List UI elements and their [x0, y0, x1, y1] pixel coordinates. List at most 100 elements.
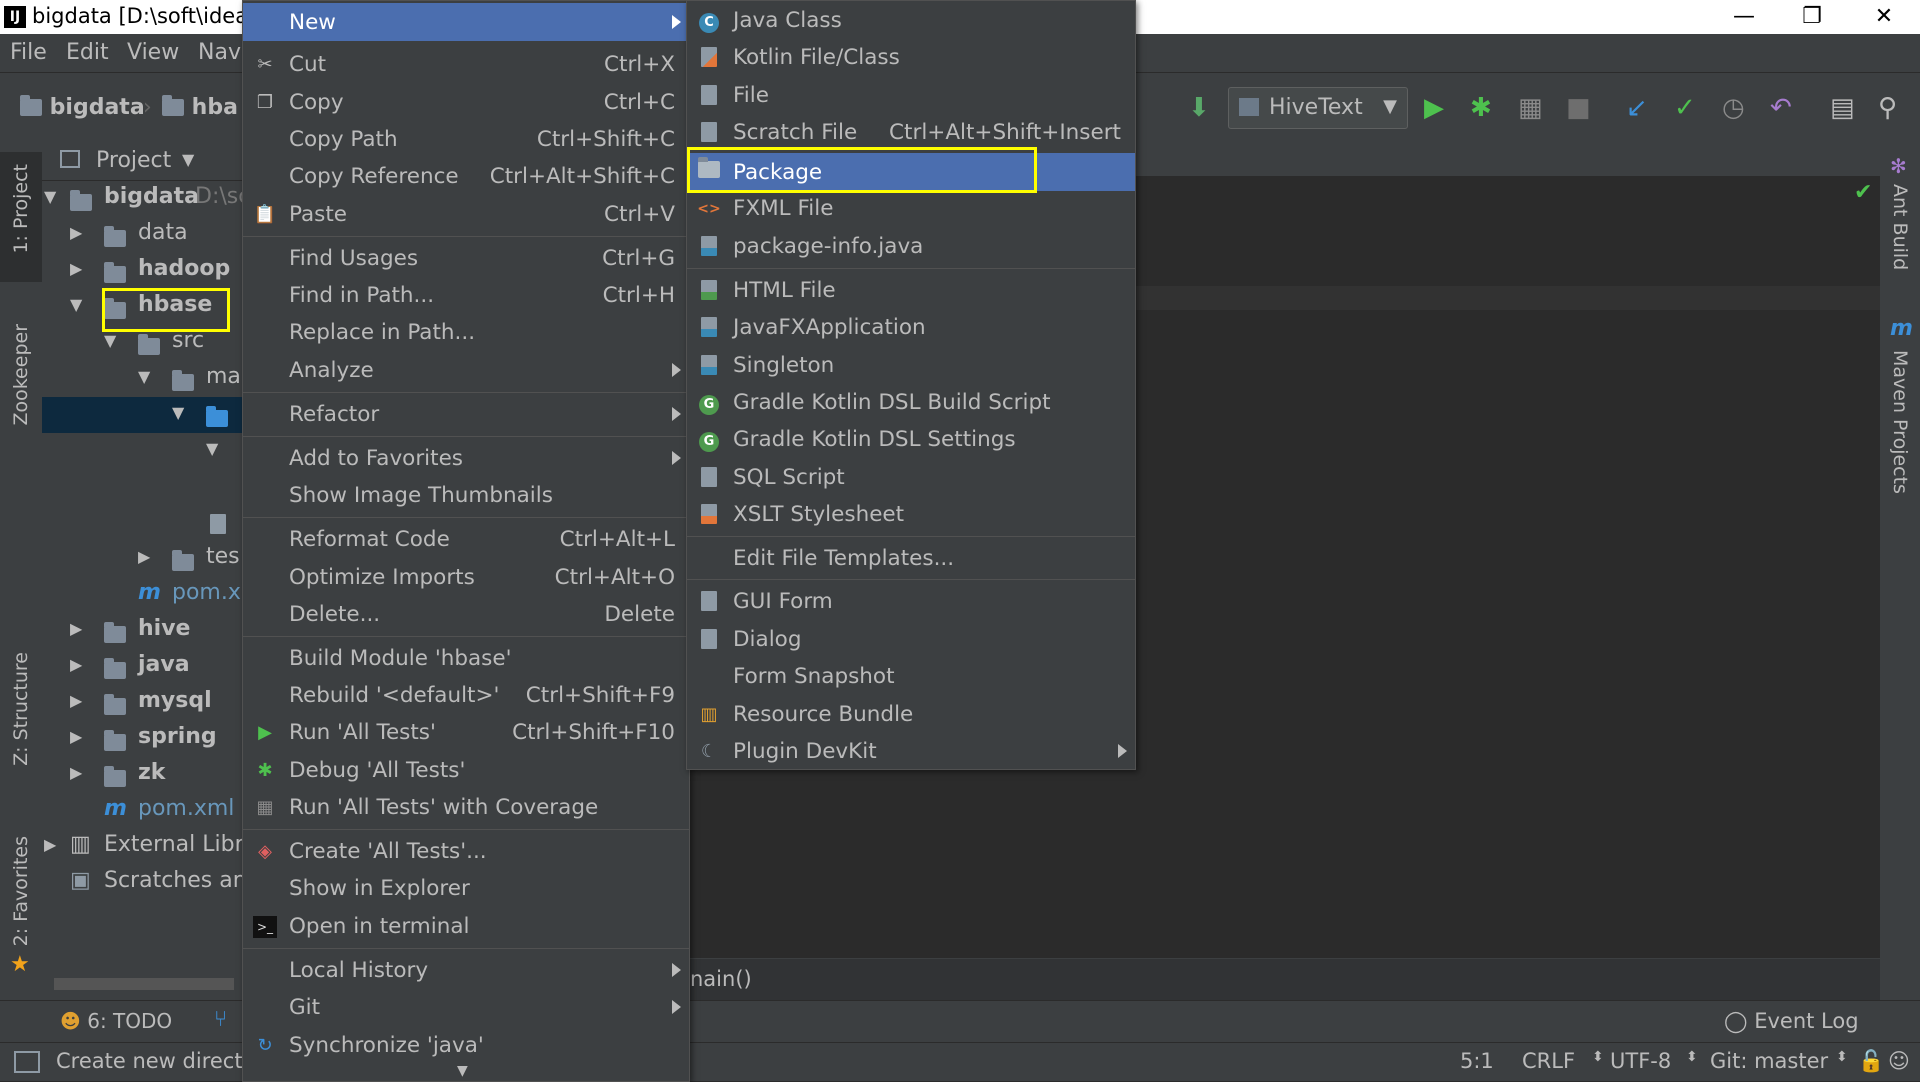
tree-item-main[interactable]: ▼ ma	[42, 361, 242, 397]
tree-item-root-pom[interactable]: m pom.xml	[42, 793, 242, 829]
revert-icon[interactable]: ↶	[1770, 93, 1792, 123]
close-button[interactable]: ✕	[1856, 0, 1912, 34]
lock-icon[interactable]: 🔓	[1858, 1049, 1884, 1074]
search-icon[interactable]: ⚲	[1878, 93, 1897, 123]
menu-item-refactor[interactable]: Refactor	[243, 397, 689, 433]
new-gradle-settings[interactable]: G Gradle Kotlin DSL Settings	[687, 422, 1135, 458]
new-edit-file-templates[interactable]: Edit File Templates...	[687, 541, 1135, 577]
menu-navigate[interactable]: Nav	[198, 40, 241, 65]
tree-item-mysql[interactable]: ▶ mysql	[42, 685, 242, 721]
menu-item-paste[interactable]: 📋 Paste Ctrl+V	[243, 197, 689, 233]
tree-item-src[interactable]: ▼ src	[42, 325, 242, 361]
new-resource-bundle[interactable]: ▥ Resource Bundle	[687, 697, 1135, 733]
file-encoding-label[interactable]: UTF-8	[1610, 1049, 1671, 1073]
git-branch[interactable]: Git: master	[1710, 1049, 1828, 1073]
todo-tool-tab[interactable]: ☻ 6: TODO	[60, 1009, 172, 1033]
project-tool-tab[interactable]: 1: Project	[0, 152, 42, 282]
new-package-info[interactable]: package-info.java	[687, 229, 1135, 265]
menu-item-open-in-terminal[interactable]: >_ Open in terminal	[243, 909, 689, 945]
debug-icon[interactable]: ✱	[1470, 93, 1492, 123]
new-scratch-file[interactable]: Scratch File Ctrl+Alt+Shift+Insert	[687, 115, 1135, 151]
tool-window-toggle-icon[interactable]	[14, 1051, 40, 1073]
menu-item-create-all-tests[interactable]: ◈ Create 'All Tests'...	[243, 834, 689, 870]
new-kotlin-file[interactable]: Kotlin File/Class	[687, 40, 1135, 76]
menu-item-run-with-coverage[interactable]: ▦ Run 'All Tests' with Coverage	[243, 790, 689, 826]
menu-item-analyze[interactable]: Analyze	[243, 353, 689, 389]
menu-item-rebuild[interactable]: Rebuild '<default>' Ctrl+Shift+F9	[243, 678, 689, 714]
menu-item-new[interactable]: New	[243, 3, 689, 41]
tree-item-zk[interactable]: ▶ zk	[42, 757, 242, 793]
tree-item-hive[interactable]: ▶ hive	[42, 613, 242, 649]
version-control-icon[interactable]: ⑂	[214, 1007, 227, 1032]
breadcrumb-hbase[interactable]: hba	[162, 95, 238, 120]
run-icon[interactable]: ▶	[1424, 93, 1444, 123]
maven-projects-tool-tab[interactable]: Maven Projects	[1889, 350, 1911, 494]
caret-position[interactable]: 5:1	[1460, 1049, 1494, 1073]
menu-file[interactable]: File	[10, 40, 47, 65]
breadcrumb-bigdata[interactable]: bigdata	[20, 95, 145, 120]
new-gui-form[interactable]: GUI Form	[687, 584, 1135, 620]
vcs-history-icon[interactable]: ◷	[1722, 93, 1745, 123]
stop-icon[interactable]: ■	[1566, 93, 1591, 123]
menu-item-show-image-thumbnails[interactable]: Show Image Thumbnails	[243, 478, 689, 514]
menu-item-find-usages[interactable]: Find Usages Ctrl+G	[243, 241, 689, 277]
new-file[interactable]: File	[687, 78, 1135, 114]
coverage-icon[interactable]: ▦	[1518, 93, 1543, 123]
menu-item-delete[interactable]: Delete... Delete	[243, 597, 689, 633]
vcs-commit-icon[interactable]: ✓	[1674, 93, 1696, 123]
menu-item-debug-all-tests[interactable]: ✱ Debug 'All Tests'	[243, 753, 689, 789]
menu-item-find-in-path[interactable]: Find in Path... Ctrl+H	[243, 278, 689, 314]
new-sql-script[interactable]: SQL Script	[687, 460, 1135, 496]
menu-item-cut[interactable]: ✂ Cut Ctrl+X	[243, 47, 689, 83]
maximize-button[interactable]: ❐	[1784, 0, 1840, 34]
tree-item-external-libraries[interactable]: ▶ ▥ External Libra	[42, 829, 242, 865]
vcs-update-icon[interactable]: ↙	[1626, 93, 1648, 123]
tree-item-java-selected[interactable]: ▼	[42, 397, 242, 433]
new-java-class[interactable]: C Java Class	[687, 3, 1135, 39]
new-xslt-stylesheet[interactable]: XSLT Stylesheet	[687, 497, 1135, 533]
run-config-dropdown[interactable]: HiveText ▼	[1228, 87, 1408, 129]
tree-item-file[interactable]	[42, 505, 242, 541]
scroll-down-icon[interactable]: ▼	[457, 1063, 468, 1079]
new-singleton[interactable]: Singleton	[687, 348, 1135, 384]
menu-item-reformat-code[interactable]: Reformat Code Ctrl+Alt+L	[243, 522, 689, 558]
tree-item-bigdata[interactable]: ▼ bigdata D:\sc	[42, 181, 242, 217]
tree-item-package[interactable]: ▼	[42, 433, 242, 469]
inspector-icon[interactable]: ☺	[1888, 1049, 1910, 1073]
ant-build-tool-tab[interactable]: Ant Build	[1889, 184, 1911, 270]
menu-item-run-all-tests[interactable]: ▶ Run 'All Tests' Ctrl+Shift+F10	[243, 715, 689, 751]
menu-item-show-in-explorer[interactable]: Show in Explorer	[243, 871, 689, 907]
line-separator[interactable]: CRLF	[1522, 1049, 1575, 1073]
new-gradle-build-script[interactable]: G Gradle Kotlin DSL Build Script	[687, 385, 1135, 421]
menu-item-build-module[interactable]: Build Module 'hbase'	[243, 641, 689, 677]
new-javafx-application[interactable]: JavaFXApplication	[687, 310, 1135, 346]
tree-item-spring[interactable]: ▶ spring	[42, 721, 242, 757]
tree-item-data[interactable]: ▶ data	[42, 217, 242, 253]
project-panel-header[interactable]: Project ▼	[42, 140, 242, 181]
menu-item-copy-path[interactable]: Copy Path Ctrl+Shift+C	[243, 122, 689, 158]
new-html-file[interactable]: HTML File	[687, 273, 1135, 309]
menu-view[interactable]: View	[127, 40, 179, 65]
zookeeper-tool-tab[interactable]: Zookeeper	[10, 324, 32, 426]
event-log-tool-tab[interactable]: ◯ Event Log	[1724, 1009, 1859, 1033]
menu-edit[interactable]: Edit	[66, 40, 109, 65]
menu-item-replace-in-path[interactable]: Replace in Path...	[243, 315, 689, 351]
menu-item-copy[interactable]: ❐ Copy Ctrl+C	[243, 85, 689, 121]
menu-item-add-to-favorites[interactable]: Add to Favorites	[243, 441, 689, 477]
horizontal-scrollbar[interactable]	[54, 978, 234, 990]
favorites-tool-tab[interactable]: 2: Favorites	[10, 836, 32, 946]
new-form-snapshot[interactable]: Form Snapshot	[687, 659, 1135, 695]
menu-item-copy-reference[interactable]: Copy Reference Ctrl+Alt+Shift+C	[243, 159, 689, 195]
structure-tool-tab[interactable]: Z: Structure	[10, 652, 32, 766]
menu-item-local-history[interactable]: Local History	[243, 953, 689, 989]
tree-item-test[interactable]: ▶ tes	[42, 541, 242, 577]
minimize-button[interactable]: —	[1716, 0, 1772, 34]
build-icon[interactable]: ⬇	[1188, 93, 1210, 123]
tree-item-java[interactable]: ▶ java	[42, 649, 242, 685]
tree-item-scratches[interactable]: ▣ Scratches and	[42, 865, 242, 901]
new-plugin-devkit[interactable]: ☾ Plugin DevKit	[687, 734, 1135, 770]
tree-item-hadoop[interactable]: ▶ hadoop	[42, 253, 242, 289]
new-fxml-file[interactable]: <> FXML File	[687, 191, 1135, 227]
menu-item-git[interactable]: Git	[243, 990, 689, 1026]
menu-item-synchronize[interactable]: ↻ Synchronize 'java'	[243, 1028, 689, 1064]
